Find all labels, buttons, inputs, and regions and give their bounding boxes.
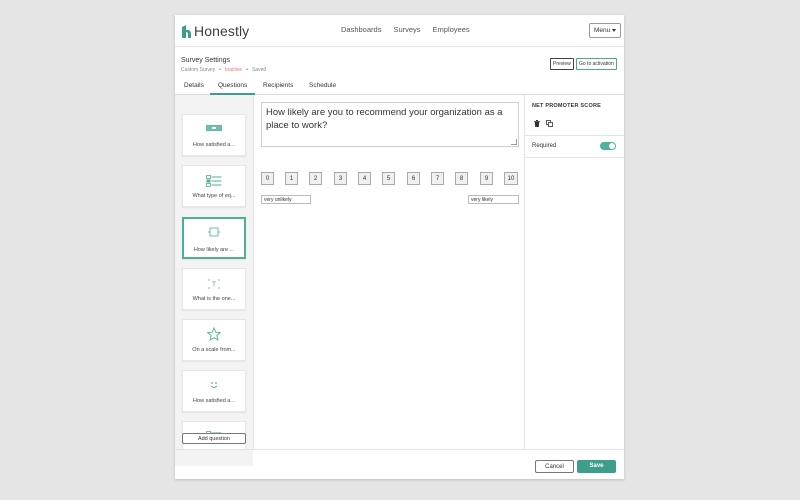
caret-down-icon — [612, 29, 617, 32]
high-label-input[interactable]: very likely — [468, 195, 519, 204]
question-card-label: How likely are ... — [193, 247, 235, 253]
question-card-label: What is the one... — [192, 296, 236, 302]
scale-option[interactable]: 8 — [455, 172, 468, 185]
svg-text:T: T — [212, 282, 217, 289]
top-bar: Honestly Dashboards Surveys Employees Me… — [175, 15, 624, 47]
question-card-label: What type of eq... — [192, 193, 236, 199]
survey-type: Custom Survey — [181, 67, 216, 73]
question-type-title: NET PROMOTER SCORE — [532, 103, 601, 109]
go-to-activation-button[interactable]: Go to activation — [576, 58, 617, 70]
question-card-label: How satisfied a... — [193, 398, 235, 404]
slider-icon — [206, 125, 222, 131]
scale-option[interactable]: 5 — [382, 172, 395, 185]
add-question-button[interactable]: Add question — [182, 433, 246, 444]
scale-option[interactable]: 3 — [334, 172, 347, 185]
tab-questions[interactable]: Questions — [210, 82, 256, 95]
low-label-input[interactable]: very unlikely — [261, 195, 311, 204]
save-state: Saved — [251, 67, 267, 73]
tab-recipients[interactable]: Recipients — [263, 82, 293, 93]
honestly-logo-icon — [182, 24, 191, 38]
trash-icon[interactable] — [534, 120, 540, 127]
question-card[interactable]: What type of eq... — [182, 165, 246, 207]
nav-employees[interactable]: Employees — [433, 25, 470, 34]
page-title: Survey Settings — [181, 57, 231, 64]
survey-meta: Custom Survey • Inactive • Saved — [181, 67, 266, 73]
scale-option[interactable]: 10 — [504, 172, 518, 185]
smiley-icon — [210, 382, 218, 388]
cancel-button[interactable]: Cancel — [535, 460, 574, 473]
scale-option[interactable]: 4 — [358, 172, 371, 185]
scale-option[interactable]: 7 — [431, 172, 444, 185]
scale-option[interactable]: 2 — [309, 172, 322, 185]
question-list[interactable]: How satisfied a... What type of eq... Ho… — [175, 95, 253, 449]
question-card-active[interactable]: How likely are ... — [182, 217, 246, 259]
question-text: How likely are you to recommend your org… — [266, 107, 503, 131]
tab-schedule[interactable]: Schedule — [309, 82, 336, 93]
tab-details[interactable]: Details — [184, 82, 204, 93]
question-card-label: On a scale from... — [192, 347, 236, 353]
question-card[interactable]: How satisfied a... — [182, 114, 246, 156]
logo[interactable]: Honestly — [181, 22, 249, 40]
separator-dot-icon: • — [246, 67, 248, 73]
divider — [525, 135, 624, 136]
question-card[interactable]: How satisfied a... — [182, 370, 246, 412]
scale-option[interactable]: 9 — [480, 172, 493, 185]
star-icon — [207, 327, 221, 341]
footer: Cancel Save — [175, 449, 624, 479]
required-label: Required — [532, 143, 557, 149]
preview-button[interactable]: Preview — [550, 58, 574, 70]
app-window: Honestly Dashboards Surveys Employees Me… — [175, 15, 624, 479]
top-nav: Dashboards Surveys Employees — [341, 25, 470, 34]
save-button[interactable]: Save — [577, 460, 616, 473]
nav-dashboards[interactable]: Dashboards — [341, 25, 381, 34]
question-editor: How likely are you to recommend your org… — [253, 95, 525, 465]
multiple-choice-icon — [206, 175, 222, 187]
separator-dot-icon: • — [219, 67, 221, 73]
nav-surveys[interactable]: Surveys — [393, 25, 420, 34]
nps-square-icon — [208, 227, 220, 237]
status-badge: Inactive — [224, 67, 243, 73]
question-card-label: How satisfied a... — [193, 142, 235, 148]
duplicate-icon[interactable] — [546, 120, 553, 127]
resize-handle-icon[interactable] — [511, 139, 517, 145]
scale-option[interactable]: 1 — [285, 172, 298, 185]
scale-option[interactable]: 0 — [261, 172, 274, 185]
tab-bar: Details Questions Recipients Schedule — [175, 81, 624, 95]
question-card[interactable]: On a scale from... — [182, 319, 246, 361]
properties-panel: NET PROMOTER SCORE Required — [525, 95, 624, 465]
question-text-input[interactable]: How likely are you to recommend your org… — [261, 102, 519, 147]
question-card[interactable]: T What is the one... — [182, 268, 246, 310]
required-toggle[interactable] — [600, 142, 616, 150]
scale-option[interactable]: 6 — [407, 172, 420, 185]
logo-text: Honestly — [194, 23, 250, 39]
text-icon: T — [208, 279, 220, 289]
divider — [525, 157, 624, 158]
menu-button[interactable]: Menu — [589, 23, 622, 38]
menu-label: Menu — [594, 27, 611, 34]
